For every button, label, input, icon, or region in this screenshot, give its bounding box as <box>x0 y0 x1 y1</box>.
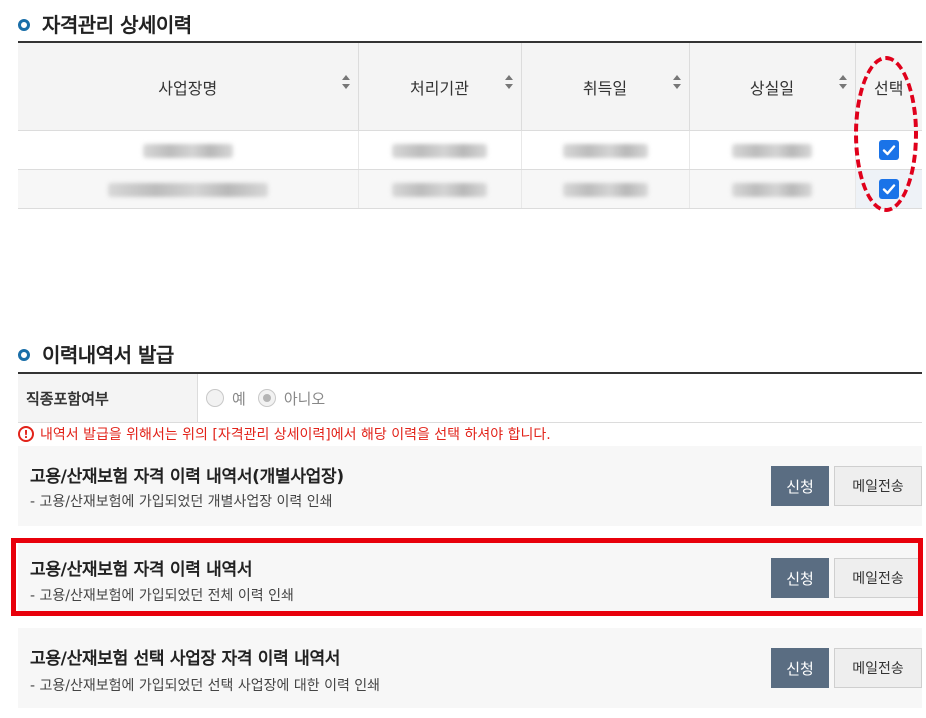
cell-lost-date <box>689 169 856 209</box>
radio-no[interactable] <box>257 389 276 407</box>
card-description: - 고용/산재보험에 가입되었던 선택 사업장에 대한 이력 인쇄 <box>30 678 381 694</box>
warning-text: 내역서 발급을 위해서는 위의 [자격관리 상세이력]에서 해당 이력을 선택 … <box>40 427 551 443</box>
column-header-lost-date[interactable]: 상실일 <box>689 43 856 131</box>
radio-yes-label[interactable]: 예 <box>232 388 246 409</box>
row-select-checkbox[interactable] <box>878 179 899 200</box>
column-header-acquired-date[interactable]: 취득일 <box>521 43 690 131</box>
card-title: 고용/산재보험 선택 사업장 자격 이력 내역서 <box>30 649 341 669</box>
redacted-text <box>107 183 268 197</box>
card-title: 고용/산재보험 자격 이력 내역서(개별사업장) <box>30 467 344 487</box>
cell-select <box>855 169 922 209</box>
apply-button[interactable]: 신청 <box>771 558 829 598</box>
option-radio-group: 예 아니오 <box>198 374 325 422</box>
card-individual-history: 고용/산재보험 자격 이력 내역서(개별사업장) - 고용/산재보험에 가입되었… <box>18 446 922 526</box>
card-selected-history: 고용/산재보험 선택 사업장 자격 이력 내역서 - 고용/산재보험에 가입되었… <box>18 628 922 708</box>
cell-agency <box>358 169 522 209</box>
table-row[interactable] <box>18 169 922 209</box>
cell-agency <box>358 130 522 170</box>
apply-button[interactable]: 신청 <box>771 466 829 506</box>
send-email-button[interactable]: 메일전송 <box>834 648 922 688</box>
radio-yes[interactable] <box>206 389 224 407</box>
section-title-text: 자격관리 상세이력 <box>42 13 192 37</box>
sort-icon[interactable] <box>672 75 681 89</box>
radio-no-label[interactable]: 아니오 <box>284 388 325 409</box>
table-row[interactable] <box>18 130 922 170</box>
card-full-history: 고용/산재보험 자격 이력 내역서 - 고용/산재보험에 가입되었던 전체 이력… <box>18 543 922 611</box>
send-email-button[interactable]: 메일전송 <box>834 558 922 598</box>
sort-icon[interactable] <box>341 75 350 89</box>
table-header-row: 사업장명 처리기관 취득일 상실일 선택 <box>18 43 922 131</box>
sort-icon[interactable] <box>504 75 513 89</box>
section-title-text: 이력내역서 발급 <box>42 343 174 367</box>
option-label: 직종포함여부 <box>18 374 198 422</box>
cell-company <box>18 130 359 170</box>
redacted-text <box>392 144 487 158</box>
send-email-button[interactable]: 메일전송 <box>834 466 922 506</box>
card-description: - 고용/산재보험에 가입되었던 전체 이력 인쇄 <box>30 588 294 604</box>
cell-acquired-date <box>521 130 690 170</box>
card-title: 고용/산재보험 자격 이력 내역서 <box>30 560 253 580</box>
cell-select <box>855 130 922 170</box>
sort-icon[interactable] <box>838 75 847 89</box>
section-title-issue: 이력내역서 발급 <box>18 339 174 368</box>
bullet-icon <box>18 18 30 31</box>
row-select-checkbox[interactable] <box>878 140 899 161</box>
cell-acquired-date <box>521 169 690 209</box>
history-table: 사업장명 처리기관 취득일 상실일 선택 <box>18 41 922 209</box>
check-icon <box>882 145 895 156</box>
column-header-select: 선택 <box>855 43 922 131</box>
section-title-history: 자격관리 상세이력 <box>18 9 192 38</box>
redacted-text <box>392 183 487 197</box>
redacted-text <box>732 183 812 197</box>
column-header-company[interactable]: 사업장명 <box>18 43 359 131</box>
redacted-text <box>732 144 812 158</box>
redacted-text <box>562 144 648 158</box>
cell-company <box>18 169 359 209</box>
column-header-agency[interactable]: 처리기관 <box>358 43 522 131</box>
check-icon <box>882 184 895 195</box>
card-description: - 고용/산재보험에 가입되었던 개별사업장 이력 인쇄 <box>30 494 333 510</box>
apply-button[interactable]: 신청 <box>771 648 829 688</box>
warning-message: ! 내역서 발급을 위해서는 위의 [자격관리 상세이력]에서 해당 이력을 선… <box>18 424 551 444</box>
bullet-icon <box>18 348 30 361</box>
redacted-text <box>142 144 233 158</box>
cell-lost-date <box>689 130 856 170</box>
redacted-text <box>562 183 648 197</box>
warning-icon: ! <box>18 426 34 442</box>
job-type-option-row: 직종포함여부 예 아니오 <box>18 372 922 423</box>
